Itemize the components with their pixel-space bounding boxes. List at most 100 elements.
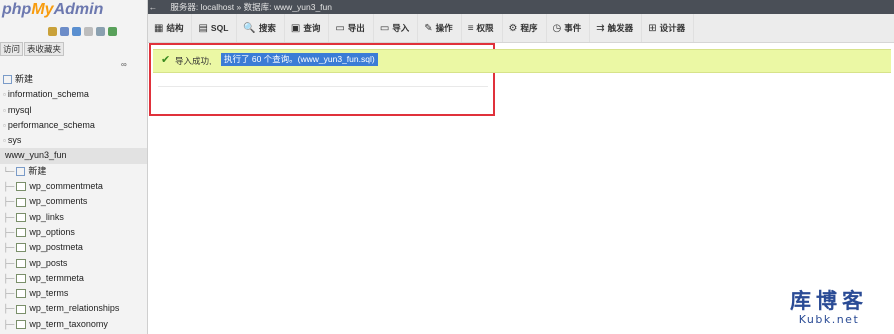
tab-operations[interactable]: ✎ 操作: [418, 14, 462, 42]
tab-search[interactable]: 🔍 搜索: [237, 14, 285, 42]
tree-item-database[interactable]: ▫ information_schema: [0, 87, 147, 102]
tree-item-table[interactable]: ├─ wp_comments: [0, 194, 147, 209]
tree-item-label: wp_termmeta: [29, 272, 84, 283]
table-icon: [16, 304, 27, 314]
tree-item-database[interactable]: ▫ mysql: [0, 103, 147, 118]
tree-item-label: wp_terms: [29, 288, 69, 299]
reload-icon[interactable]: [108, 27, 117, 36]
events-icon: ◷: [552, 22, 562, 34]
tree-line: ├─: [3, 289, 15, 299]
tab-triggers[interactable]: ⇉ 触发器: [590, 14, 643, 42]
tree-line: └─: [3, 166, 15, 176]
link-with-main-icon[interactable]: ∞: [121, 60, 127, 69]
sql-icon: ▤: [198, 22, 208, 34]
breadcrumb-server[interactable]: 服务器: localhost: [170, 2, 234, 12]
tree-item-database-selected[interactable]: www_yun3_fun: [0, 148, 147, 164]
tab-favorites[interactable]: 表收藏夹: [24, 42, 65, 56]
tree-item-new-database[interactable]: 新建: [0, 72, 147, 87]
tree-line: ├─: [3, 273, 15, 283]
exit-icon[interactable]: [60, 27, 69, 36]
query-icon: ▣: [290, 22, 301, 34]
expand-icon[interactable]: ▫: [3, 133, 6, 148]
tree-item-table[interactable]: ├─ wp_options: [0, 225, 147, 240]
operations-icon: ✎: [424, 22, 433, 34]
tab-label: 搜索: [258, 23, 276, 33]
divider: [158, 86, 488, 87]
table-icon: [16, 182, 27, 192]
tab-recent[interactable]: 访问: [0, 42, 24, 56]
export-icon: ▭: [335, 22, 345, 34]
search-icon: 🔍: [243, 22, 256, 34]
table-icon: [16, 212, 27, 222]
expand-icon[interactable]: ▫: [3, 87, 6, 102]
tree-item-table[interactable]: ├─ wp_links: [0, 210, 147, 225]
tab-label: 权限: [476, 23, 494, 33]
success-notice: ✔ 导入成功, 执行了 60 个查询。(www_yun3_fun.sql): [153, 49, 891, 73]
tree-line: ├─: [3, 319, 15, 329]
tab-query[interactable]: ▣ 查询: [285, 14, 330, 42]
tree-item-table[interactable]: ├─ wp_termmeta: [0, 271, 147, 286]
tab-label: 操作: [435, 23, 453, 33]
tree-item-label: wp_term_taxonomy: [29, 318, 108, 329]
tree-item-new-table[interactable]: └─ 新建: [0, 164, 147, 179]
tree-item-table[interactable]: ├─ wp_term_taxonomy: [0, 317, 147, 332]
table-icon: [16, 243, 27, 253]
tree-item-table[interactable]: ├─ wp_term_relationships: [0, 301, 147, 316]
collapse-arrow-icon[interactable]: ←: [148, 0, 158, 14]
tab-label: 结构: [166, 23, 184, 33]
tree-item-database[interactable]: ▫ sys: [0, 133, 147, 148]
help-icon[interactable]: [72, 27, 81, 36]
settings-icon[interactable]: [96, 27, 105, 36]
tab-export[interactable]: ▭ 导出: [329, 14, 374, 42]
tab-sql[interactable]: ▤ SQL: [192, 14, 238, 42]
table-icon: [16, 197, 27, 207]
tree-item-label: wp_term_relationships: [29, 303, 120, 314]
expand-icon[interactable]: ▫: [3, 118, 6, 133]
expand-icon[interactable]: ▫: [3, 103, 6, 118]
tab-import[interactable]: ▭ 导入: [374, 14, 419, 42]
new-icon: [16, 166, 26, 176]
tree-item-label: mysql: [7, 104, 32, 115]
tree-item-database[interactable]: ▫ performance_schema: [0, 118, 147, 133]
home-icon[interactable]: [48, 27, 57, 36]
tree-item-label: performance_schema: [7, 119, 95, 130]
privileges-icon: ≡: [467, 22, 474, 34]
tab-routines[interactable]: ⚙ 程序: [503, 14, 547, 42]
tab-privileges[interactable]: ≡ 权限: [462, 14, 503, 42]
tree-line: ├─: [3, 258, 15, 268]
tree-item-table[interactable]: ├─ wp_posts: [0, 256, 147, 271]
tab-events[interactable]: ◷ 事件: [547, 14, 591, 42]
logo-admin-text: Admin: [53, 1, 104, 18]
tab-designer[interactable]: ⊞ 设计器: [642, 14, 695, 42]
tree-line: ├─: [3, 197, 15, 207]
tree-item-label: 新建: [15, 74, 34, 84]
database-tree: 新建 ▫ information_schema ▫ mysql ▫ performance_…: [0, 72, 147, 332]
tree-item-table[interactable]: ├─ wp_commentmeta: [0, 179, 147, 194]
tree-item-table[interactable]: ├─ wp_postmeta: [0, 240, 147, 255]
navigation-sidebar: phpMyAdmin 访问 表收藏夹 ∞ 新建 ▫ information_sche…: [0, 0, 148, 334]
breadcrumb-database[interactable]: 数据库: www_yun3_fun: [244, 2, 332, 12]
tab-label: 事件: [564, 23, 582, 33]
check-icon: ✔: [161, 54, 171, 66]
tree-item-label: wp_options: [29, 226, 75, 237]
tree-item-table[interactable]: ├─ wp_terms: [0, 286, 147, 301]
designer-icon: ⊞: [648, 22, 657, 34]
phpmyadmin-logo[interactable]: phpMyAdmin: [2, 1, 103, 19]
tab-structure[interactable]: ▦ 结构: [148, 14, 193, 42]
database-tabs: ▦ 结构 ▤ SQL 🔍 搜索 ▣ 查询 ▭ 导出 ▭ 导入 ✎ 操作 ≡ 权限 ⚙ 程序 ◷ 事件 ⇉ 触发器 ⊞ 设计器: [148, 14, 894, 43]
tree-item-label: wp_links: [29, 211, 64, 222]
quick-icons-bar: [48, 27, 117, 39]
triggers-icon: ⇉: [596, 22, 605, 34]
tree-item-label: wp_commentmeta: [29, 181, 103, 192]
logo-php-text: php: [2, 1, 32, 18]
tree-line: ├─: [3, 243, 15, 253]
structure-icon: ▦: [154, 22, 164, 34]
tree-line: ├─: [3, 182, 15, 192]
docs-icon[interactable]: [84, 27, 93, 36]
tree-line: ├─: [3, 212, 15, 222]
notice-selected-text: 执行了 60 个查询。(www_yun3_fun.sql): [221, 53, 378, 66]
watermark: 库博客 Kubk.net: [790, 285, 868, 326]
table-icon: [16, 258, 27, 268]
tree-item-label: www_yun3_fun: [5, 150, 67, 161]
tree-item-label: wp_postmeta: [29, 242, 83, 253]
